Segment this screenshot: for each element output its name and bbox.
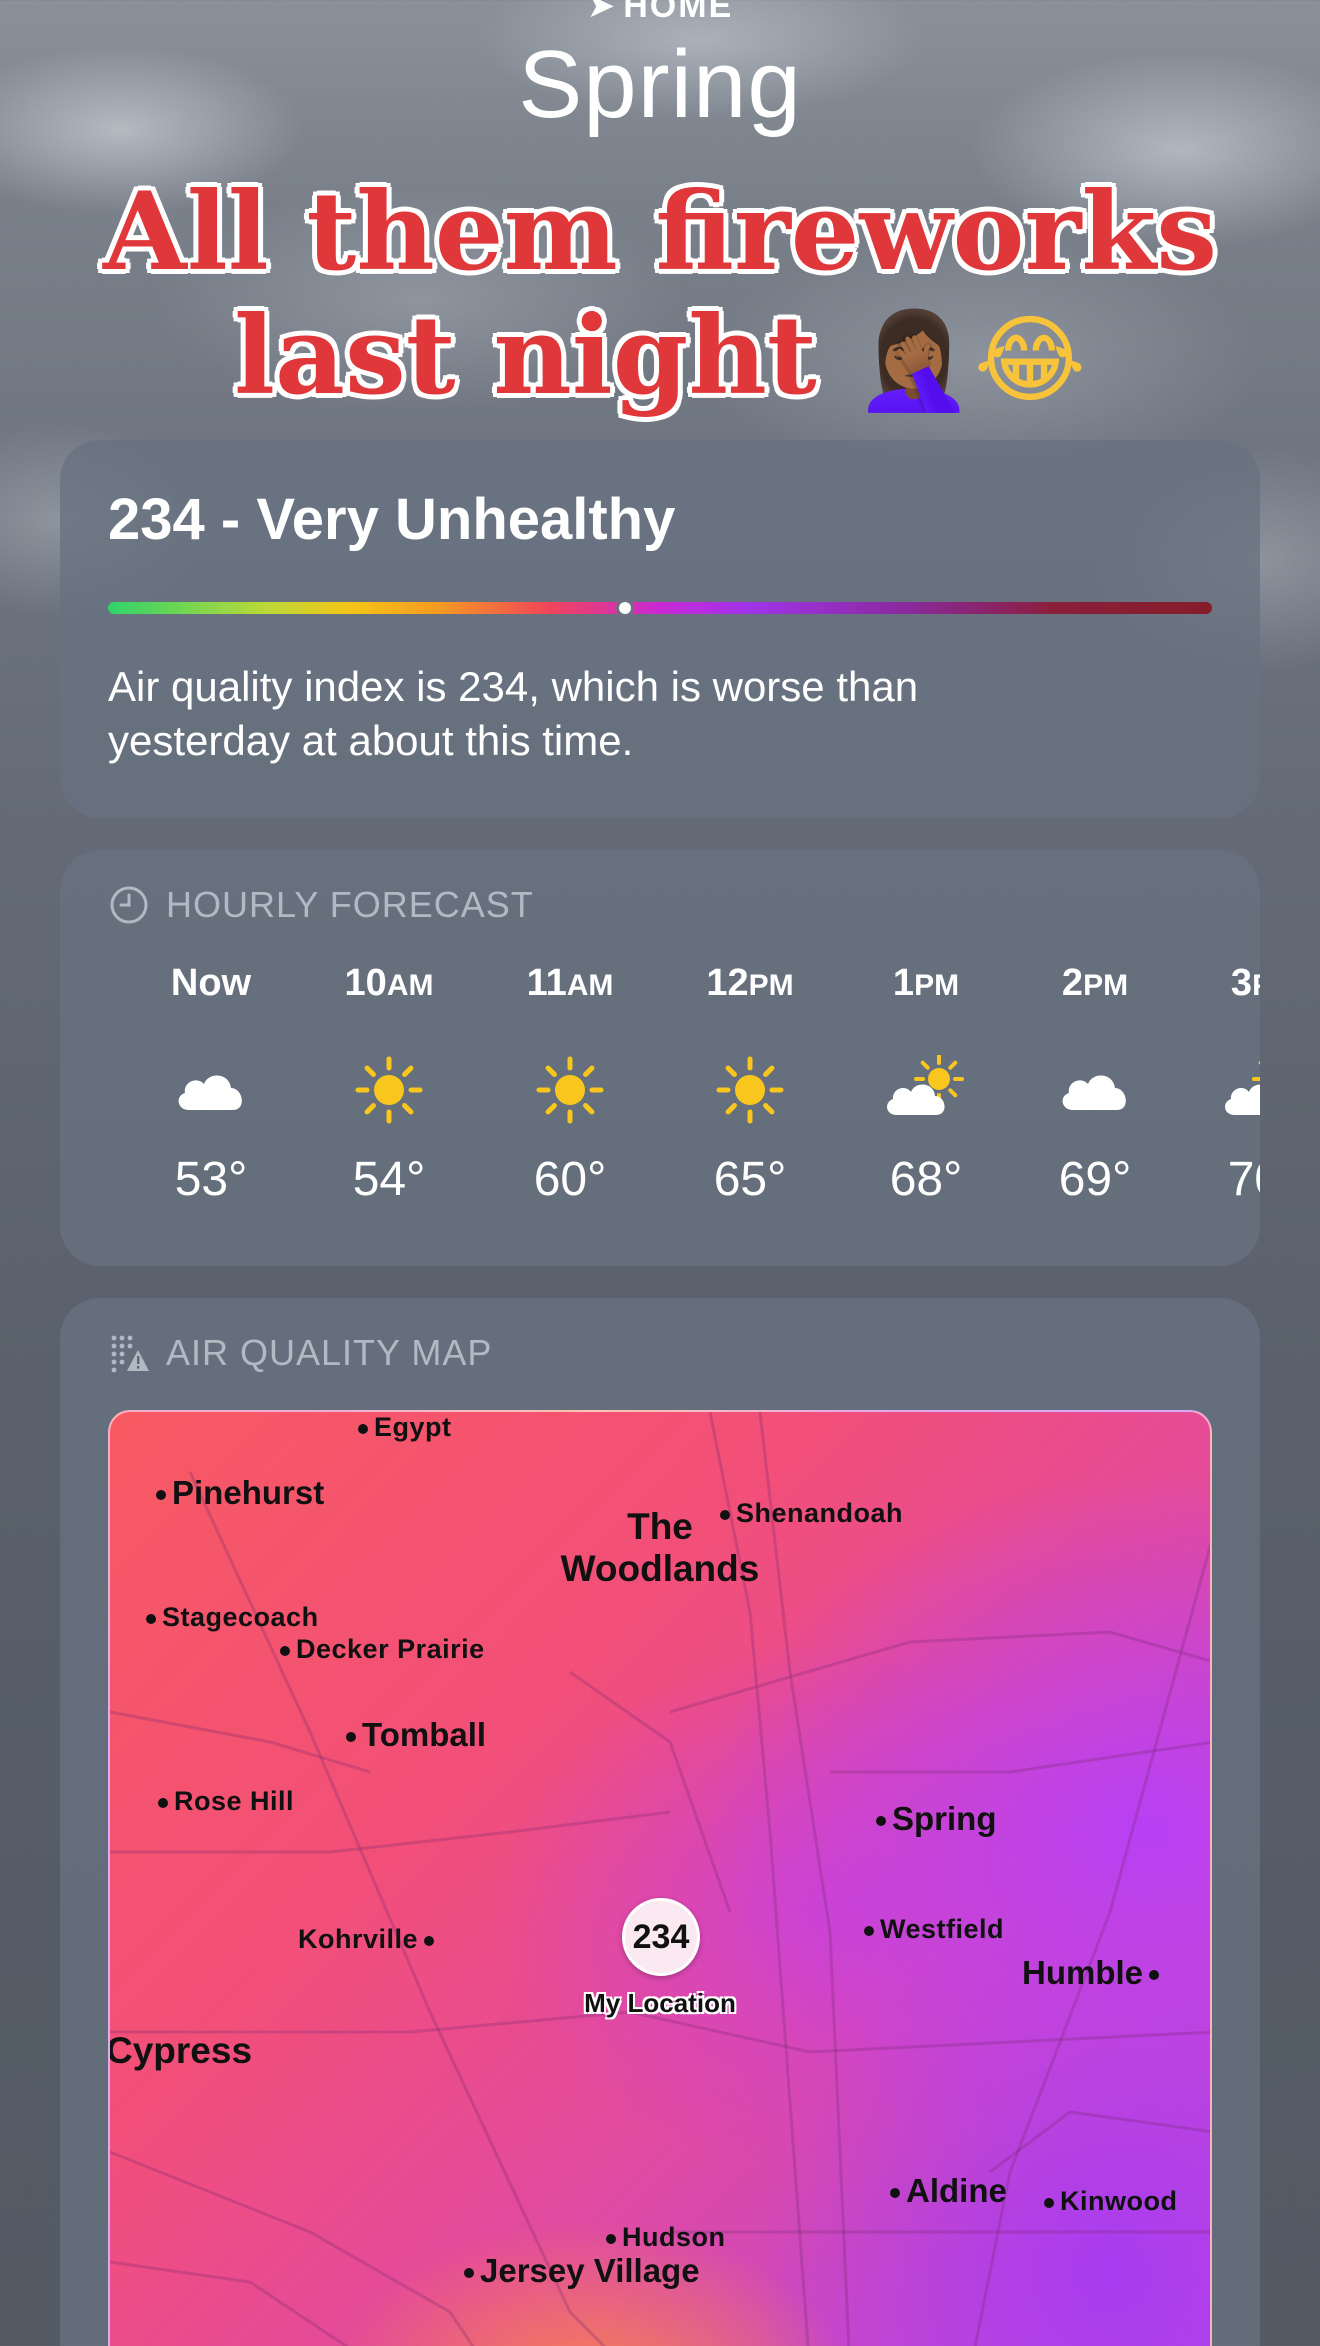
hourly-temperature: 60° — [533, 1153, 607, 1206]
home-location-label: ➤ HOME — [0, 0, 1320, 26]
hourly-hour: 11 — [526, 962, 567, 1004]
map-place-humble[interactable]: Humble — [1022, 1954, 1160, 1992]
hourly-time: 1PM — [846, 962, 1006, 1016]
hourly-temperature: 69° — [1058, 1153, 1132, 1206]
map-place-rose-hill[interactable]: Rose Hill — [158, 1786, 294, 1817]
hourly-temperature: 68° — [889, 1153, 963, 1206]
map-place-stagecoach[interactable]: Stagecoach — [146, 1602, 319, 1633]
hourly-forecast-header: HOURLY FORECAST — [108, 884, 534, 926]
map-place-hudson[interactable]: Hudson — [606, 2222, 726, 2253]
aqi-indicator-dot — [615, 599, 634, 617]
hourly-scroll[interactable]: Now 53° 10AM 54° 11AM 60° 12PM 65° 1PM 68° 2PM 69° 3… — [90, 962, 1260, 1252]
cloud-icon — [1015, 1030, 1175, 1150]
map-place-kinwood[interactable]: Kinwood — [1044, 2186, 1177, 2217]
map-place-westfield[interactable]: Westfield — [864, 1914, 1004, 1945]
air-quality-map[interactable]: Egypt Pinehurst The Woodlands Shenandoah … — [108, 1410, 1212, 2346]
clock-icon — [110, 886, 148, 924]
hourly-temperature: 70° — [1227, 1153, 1260, 1206]
map-place-spring[interactable]: Spring — [876, 1800, 997, 1838]
air-quality-card[interactable]: 234 - Very Unhealthy Air quality index i… — [60, 440, 1260, 818]
location-arrow-icon: ➤ — [586, 0, 618, 25]
hourly-temperature: 65° — [713, 1153, 787, 1206]
hourly-time: 12PM — [670, 962, 830, 1016]
hourly-item: 1PM 68° — [846, 962, 1006, 1207]
map-place-shenandoah[interactable]: Shenandoah — [720, 1498, 903, 1529]
hourly-time: 11AM — [490, 962, 650, 1016]
cloud-icon — [131, 1030, 291, 1150]
story-caption: All them fireworks last night 🤦🏾‍♀️😂 — [90, 170, 1230, 422]
my-location-label: My Location — [584, 1988, 736, 2018]
hourly-ampm: AM — [566, 969, 614, 1002]
hourly-forecast-title: HOURLY FORECAST — [166, 884, 534, 925]
hourly-temperature: 54° — [352, 1153, 426, 1206]
city-title: Spring — [518, 31, 802, 138]
air-quality-icon — [111, 1335, 149, 1373]
hourly-ampm: PM — [1252, 969, 1260, 1002]
hourly-hour: 10 — [344, 962, 387, 1004]
hourly-hour: 3 — [1230, 962, 1253, 1004]
aqi-description: Air quality index is 234, which is worse… — [108, 663, 919, 764]
hourly-time: 10AM — [309, 962, 469, 1016]
hourly-item: 10AM 54° — [309, 962, 469, 1207]
hourly-forecast-card[interactable]: HOURLY FORECAST Now 53° 10AM 54° 11AM 60° 12PM… — [60, 850, 1260, 1266]
air-quality-map-header: AIR QUALITY MAP — [108, 1332, 492, 1374]
map-place-tomball[interactable]: Tomball — [346, 1716, 486, 1754]
air-quality-map-card[interactable]: AIR QUALITY MAP Egypt Pinehurst The Wood… — [60, 1298, 1260, 2346]
hourly-hour: 2 — [1061, 962, 1084, 1004]
sun-icon — [309, 1030, 469, 1150]
home-label-text: HOME — [623, 0, 734, 25]
caption-emojis: 🤦🏾‍♀️😂 — [854, 304, 1087, 416]
map-place-kohrville[interactable]: Kohrville — [298, 1924, 435, 1955]
hourly-ampm: PM — [748, 969, 794, 1002]
partly-cloudy-icon — [846, 1030, 1006, 1150]
sun-icon — [490, 1030, 650, 1150]
hourly-ampm: AM — [386, 969, 434, 1002]
sun-icon — [670, 1030, 830, 1150]
map-place-egypt[interactable]: Egypt — [358, 1412, 452, 1443]
partly-cloudy-icon — [1184, 1030, 1260, 1150]
map-place-jersey-village[interactable]: Jersey Village — [464, 2252, 700, 2290]
air-quality-map-title: AIR QUALITY MAP — [166, 1332, 493, 1373]
hourly-hour: 12 — [706, 962, 749, 1004]
hourly-item: Now 53° — [131, 962, 291, 1207]
hourly-hour: 1 — [892, 962, 915, 1004]
hourly-ampm: PM — [1083, 969, 1129, 1002]
my-location-pin[interactable]: 234 — [622, 1898, 700, 1976]
hourly-time: 2PM — [1015, 962, 1175, 1016]
hourly-item: 2PM 69° — [1015, 962, 1175, 1207]
hourly-item: 3PM 70° — [1184, 962, 1260, 1207]
map-place-pinehurst[interactable]: Pinehurst — [156, 1474, 324, 1512]
map-place-decker-prairie[interactable]: Decker Prairie — [280, 1634, 485, 1665]
hourly-time: Now — [131, 962, 291, 1016]
hourly-item: 11AM 60° — [490, 962, 650, 1207]
aqi-scale-bar — [108, 599, 1212, 617]
aqi-title: 234 - Very Unhealthy — [108, 487, 676, 552]
hourly-hour: Now — [170, 962, 252, 1004]
hourly-time: 3PM — [1184, 962, 1260, 1016]
hourly-ampm: PM — [914, 969, 960, 1002]
map-place-aldine[interactable]: Aldine — [890, 2172, 1007, 2210]
hourly-item: 12PM 65° — [670, 962, 830, 1207]
map-place-cypress[interactable]: Cypress — [110, 2030, 252, 2072]
hourly-temperature: 53° — [174, 1153, 248, 1206]
